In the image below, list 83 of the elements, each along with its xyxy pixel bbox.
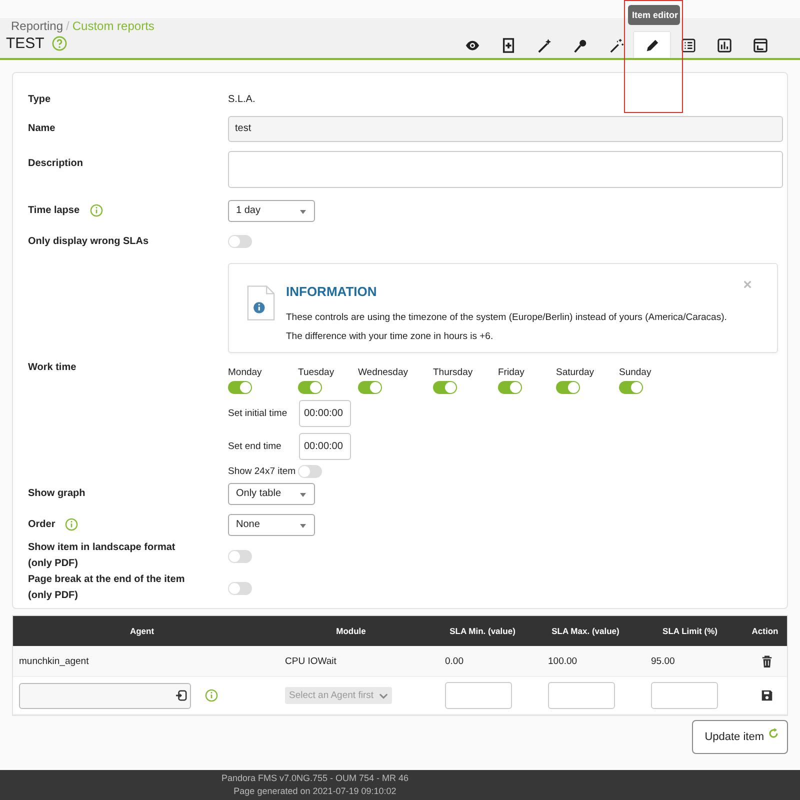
column-header: Module [335, 626, 367, 636]
field-label: Show item in landscape format (only PDF) [28, 541, 176, 571]
breadcrumb-separator: / [66, 19, 70, 33]
field-label: Order [28, 519, 56, 530]
field-label: Page break at the end of the item (only PDF) [28, 573, 186, 603]
document-info-icon [247, 284, 275, 322]
breadcrumb-link[interactable]: Reporting [11, 19, 64, 33]
toggle-switch[interactable] [433, 381, 457, 394]
footer-text: Page generated on 2021-07-19 09:10:02 [234, 785, 396, 798]
table-cell-text: munchkin_agent [18, 656, 90, 666]
toggle-switch[interactable] [228, 582, 252, 594]
day-label: Sunday [619, 367, 652, 378]
order-select[interactable]: None [228, 514, 315, 536]
table-cell-text: 100.00 [547, 656, 578, 666]
field-label: Time lapse [28, 205, 80, 216]
column-header: SLA Max. (value) [550, 626, 620, 636]
time-lapse-select[interactable]: 1 day [228, 200, 315, 222]
toggle-switch[interactable] [556, 381, 580, 394]
column-header: SLA Limit (%) [662, 626, 718, 636]
update-item-button[interactable]: Update item [692, 720, 788, 754]
layout-icon [752, 38, 768, 52]
field-label: Show 24x7 item [228, 466, 296, 477]
trash-icon[interactable] [761, 654, 773, 668]
info-title: INFORMATION [286, 284, 378, 299]
login-icon [176, 690, 187, 701]
day-label: Tuesday [298, 367, 334, 378]
field-label: Show graph [28, 488, 86, 499]
info-message: These controls are using the timezone of the system (Europe/Berlin) instead of yours (America/Caracas). The difference with your time zone in hours is +6. [286, 311, 728, 344]
day-label: Friday [498, 367, 524, 378]
field-label: Set initial time [228, 408, 288, 419]
day-label: Monday [228, 367, 262, 378]
pencil-icon [644, 38, 660, 52]
page-title: TEST [6, 35, 44, 52]
field-label: Type [28, 94, 52, 104]
refresh-icon [768, 728, 779, 738]
toggle-switch[interactable] [298, 381, 322, 394]
toggle-switch[interactable] [298, 465, 322, 478]
field-label: Work time [28, 362, 78, 373]
toggle-switch[interactable] [498, 381, 522, 394]
description-field[interactable] [228, 151, 783, 188]
close-icon[interactable] [743, 280, 752, 289]
info-icon[interactable] [205, 689, 218, 702]
time-field[interactable]: 00:00:00 [299, 433, 351, 460]
chevron-down-icon [378, 692, 388, 698]
column-header: SLA Min. (value) [448, 626, 516, 636]
field-label: Description [28, 158, 84, 169]
field-label: Only display wrong SLAs [28, 236, 150, 247]
table-cell-text: 0.00 [444, 656, 464, 666]
list-icon [680, 38, 696, 52]
add-icon [500, 38, 516, 52]
field-label: Set end time [228, 441, 282, 452]
show-graph-select[interactable]: Only table [228, 482, 315, 504]
toolbar-button[interactable] [634, 32, 670, 58]
toggle-switch[interactable] [228, 550, 252, 562]
day-label: Wednesday [358, 367, 408, 378]
tooltip: Item editor [628, 5, 680, 25]
help-icon[interactable] [52, 36, 68, 51]
table-cell-text: 95.00 [650, 656, 676, 666]
toggle-switch[interactable] [228, 235, 252, 248]
bar-chart-icon [716, 38, 732, 52]
sla-min-field[interactable] [445, 682, 512, 709]
table-cell-text: CPU IOWait [284, 656, 338, 666]
sla-limit-field[interactable] [651, 682, 718, 709]
sla-max-field[interactable] [548, 682, 615, 709]
column-header: Agent [128, 626, 156, 636]
agent-field[interactable] [19, 682, 191, 708]
wand-icon [536, 38, 552, 52]
save-icon[interactable] [761, 689, 773, 702]
column-header: Action [750, 626, 780, 636]
day-label: Thursday [433, 367, 473, 378]
day-label: Saturday [556, 367, 594, 378]
field-label: Name [28, 123, 56, 134]
toggle-switch[interactable] [619, 381, 643, 394]
info-icon[interactable] [90, 204, 103, 217]
type-value: S.L.A. [228, 94, 256, 104]
toggle-switch[interactable] [228, 381, 252, 394]
footer-text: Pandora FMS v7.0NG.755 - OUM 754 - MR 46 [221, 772, 409, 785]
toggle-switch[interactable] [358, 381, 382, 394]
wand-icon [608, 38, 624, 52]
info-icon[interactable] [65, 518, 78, 531]
time-field[interactable]: 00:00:00 [299, 400, 351, 427]
pin-icon [572, 38, 588, 52]
name-field[interactable]: test [228, 116, 783, 142]
